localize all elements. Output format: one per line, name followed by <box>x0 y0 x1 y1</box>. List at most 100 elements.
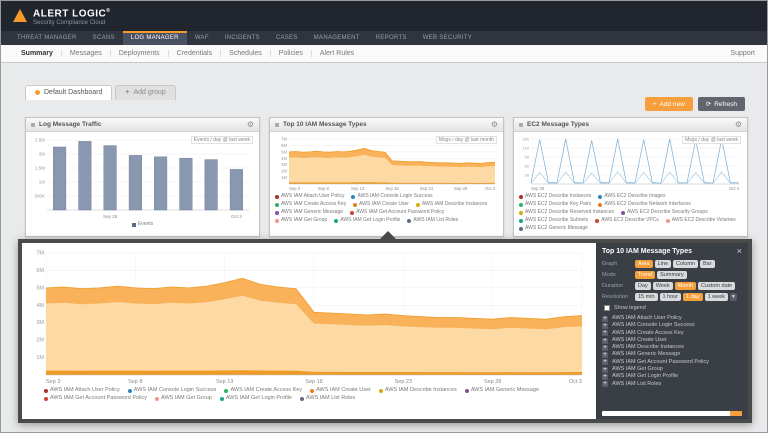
subnav-item-policies[interactable]: Policies <box>271 50 312 57</box>
legend-aws-ec2-describe-volumes: AWS EC2 Describe Volumes <box>666 217 736 224</box>
tab-add-group[interactable]: + Add group <box>115 85 175 100</box>
subnav-item-deployments[interactable]: Deployments <box>111 50 169 57</box>
app-window: ALERT LOGIC® Security Compliance Cloud T… <box>0 0 768 433</box>
series-label: AWS IAM Attach User Policy <box>612 315 682 322</box>
subnav-item-credentials[interactable]: Credentials <box>169 50 221 57</box>
legend-bullet <box>519 227 523 231</box>
nav-item-web-security[interactable]: WEB SECURITY <box>415 31 480 45</box>
legend-bullet <box>128 389 132 393</box>
chart-corner-label: Msgs / day @ last week <box>682 136 741 144</box>
scrollbar-thumb[interactable] <box>730 411 742 416</box>
resolution-option-1-hour[interactable]: 1 hour <box>660 293 682 301</box>
resolution-dropdown-icon[interactable]: ▾ <box>730 293 737 301</box>
legend-label: AWS IAM Create Access Key <box>281 201 346 208</box>
legend-bullet <box>465 389 469 393</box>
svg-text:Oct 3: Oct 3 <box>729 186 740 191</box>
legend-label: AWS IAM Console Login Success <box>357 193 432 200</box>
resolution-option-1-week[interactable]: 1 week <box>705 293 728 301</box>
mode-option-trend[interactable]: Trend <box>635 271 655 279</box>
legend-bullet <box>275 211 279 215</box>
series-label: AWS IAM Describe Instances <box>612 344 684 351</box>
subnav-item-messages[interactable]: Messages <box>62 50 111 57</box>
nav-item-waf[interactable]: WAF <box>187 31 217 45</box>
series-toggle-aws-iam-describe-instances[interactable]: +AWS IAM Describe Instances <box>602 344 742 351</box>
duration-option-custom-date[interactable]: Custom date <box>698 282 735 290</box>
mode-option-summary[interactable]: Summary <box>657 271 687 279</box>
gear-icon[interactable]: ⚙ <box>247 121 254 129</box>
control-label: Graph <box>602 261 635 267</box>
nav-item-threat-manager[interactable]: THREAT MANAGER <box>9 31 85 45</box>
subnav-item-alert-rules[interactable]: Alert Rules <box>312 50 362 57</box>
svg-text:Oct 3: Oct 3 <box>569 379 582 385</box>
sub-nav-items: SummaryMessagesDeploymentsCredentialsSch… <box>13 50 362 57</box>
gear-icon[interactable]: ⚙ <box>491 121 498 129</box>
legend-label: AWS IAM Get Account Password Policy <box>356 209 444 216</box>
subnav-item-summary[interactable]: Summary <box>13 50 62 57</box>
legend-events: Events <box>132 221 153 228</box>
duration-option-day[interactable]: Day <box>635 282 651 290</box>
subnav-item-schedules[interactable]: Schedules <box>221 50 271 57</box>
sidebar-scrollbar[interactable] <box>602 411 742 416</box>
series-toggle-aws-iam-create-user[interactable]: +AWS IAM Create User <box>602 337 742 344</box>
series-toggle-aws-iam-generic-message[interactable]: +AWS IAM Generic Message <box>602 351 742 358</box>
series-toggle-aws-iam-get-group[interactable]: +AWS IAM Get Group <box>602 366 742 373</box>
expanded-chart-zone: 1M2M3M4M5M6M7MSep 3Sep 8Sep 13Sep 18Sep … <box>22 243 596 419</box>
graph-option-area[interactable]: Area <box>635 260 653 268</box>
dashboard-tabs: Default Dashboard + Add group <box>25 85 176 100</box>
expanded-legend-aws-iam-list-roles: AWS IAM List Roles <box>300 395 355 402</box>
series-toggle-aws-iam-attach-user-policy[interactable]: +AWS IAM Attach User Policy <box>602 315 742 322</box>
nav-item-log-manager[interactable]: LOG MANAGER <box>123 31 187 45</box>
nav-item-reports[interactable]: REPORTS <box>368 31 415 45</box>
add-new-button[interactable]: + Add new <box>645 97 693 111</box>
duration-option-week[interactable]: Week <box>653 282 673 290</box>
legend-aws-ec2-describe-network-interfaces: AWS EC2 Describe Network Interfaces <box>598 201 691 208</box>
overlay-title: Top 10 IAM Message Types <box>602 248 692 255</box>
alert-logic-logo-icon <box>13 9 27 22</box>
close-icon[interactable]: × <box>737 248 742 255</box>
svg-text:1M: 1M <box>281 175 287 180</box>
graph-option-bar[interactable]: Bar <box>700 260 715 268</box>
legend-label: AWS EC2 Generic Message <box>525 225 588 232</box>
legend-bullet <box>44 397 48 401</box>
duration-option-month[interactable]: Month <box>675 282 696 290</box>
refresh-button[interactable]: ⟳ Refresh <box>698 97 745 111</box>
graph-option-line[interactable]: Line <box>655 260 671 268</box>
legend-aws-ec2-describe-instances: AWS EC2 Describe Instances <box>519 193 591 200</box>
legend-label: AWS IAM List Roles <box>306 395 355 402</box>
registered-mark: ® <box>106 8 110 14</box>
legend-aws-iam-list-roles: AWS IAM List Roles <box>407 217 458 224</box>
svg-text:Sep 23: Sep 23 <box>420 186 434 191</box>
nav-item-scans[interactable]: SCANS <box>85 31 123 45</box>
add-series-icon: + <box>602 338 608 344</box>
panel-grip-icon <box>31 123 35 127</box>
iam-expanded-area-chart[interactable]: 1M2M3M4M5M6M7MSep 3Sep 8Sep 13Sep 18Sep … <box>26 247 586 385</box>
log-traffic-bar-chart[interactable]: 500K1M1.5M2M2.5MSep 28Oct 3 <box>29 134 253 220</box>
nav-item-cases[interactable]: CASES <box>268 31 306 45</box>
nav-item-management[interactable]: MANAGEMENT <box>306 31 368 45</box>
show-legend-checkbox[interactable] <box>604 305 610 311</box>
legend-label: AWS EC2 Describe Key Pairs <box>525 201 591 208</box>
expanded-chart-overlay: 1M2M3M4M5M6M7MSep 3Sep 8Sep 13Sep 18Sep … <box>18 239 752 423</box>
legend-label: AWS IAM List Roles <box>413 217 458 224</box>
series-toggle-aws-iam-get-account-password-policy[interactable]: +AWS IAM Get Account Password Policy <box>602 359 742 366</box>
refresh-label: Refresh <box>714 101 737 108</box>
control-row-graph: GraphAreaLineColumnBar <box>602 260 742 268</box>
dashboard-panels: Log Message Traffic ⚙ Events / day @ las… <box>25 117 748 237</box>
legend-label: AWS IAM Attach User Policy <box>50 387 120 394</box>
legend-bullet <box>350 211 354 215</box>
graph-option-column[interactable]: Column <box>673 260 698 268</box>
resolution-option-1-day[interactable]: 1 day <box>683 293 702 301</box>
svg-text:Oct 3: Oct 3 <box>485 186 496 191</box>
series-toggle-aws-iam-get-login-profile[interactable]: +AWS IAM Get Login Profile <box>602 373 742 380</box>
series-toggle-aws-iam-create-access-key[interactable]: +AWS IAM Create Access Key <box>602 330 742 337</box>
series-toggle-aws-iam-list-roles[interactable]: +AWS IAM List Roles <box>602 381 742 388</box>
legend-label: AWS EC2 Describe Volumes <box>672 217 736 224</box>
resolution-option-15-min[interactable]: 15 min <box>635 293 658 301</box>
series-toggle-aws-iam-console-login-success[interactable]: +AWS IAM Console Login Success <box>602 322 742 329</box>
nav-item-incidents[interactable]: INCIDENTS <box>217 31 268 45</box>
tab-default-dashboard[interactable]: Default Dashboard <box>25 85 112 100</box>
dashboard-content: Default Dashboard + Add group + Add new … <box>1 63 767 433</box>
support-link[interactable]: Support <box>730 50 755 57</box>
svg-text:7M: 7M <box>281 137 287 142</box>
gear-icon[interactable]: ⚙ <box>735 121 742 129</box>
